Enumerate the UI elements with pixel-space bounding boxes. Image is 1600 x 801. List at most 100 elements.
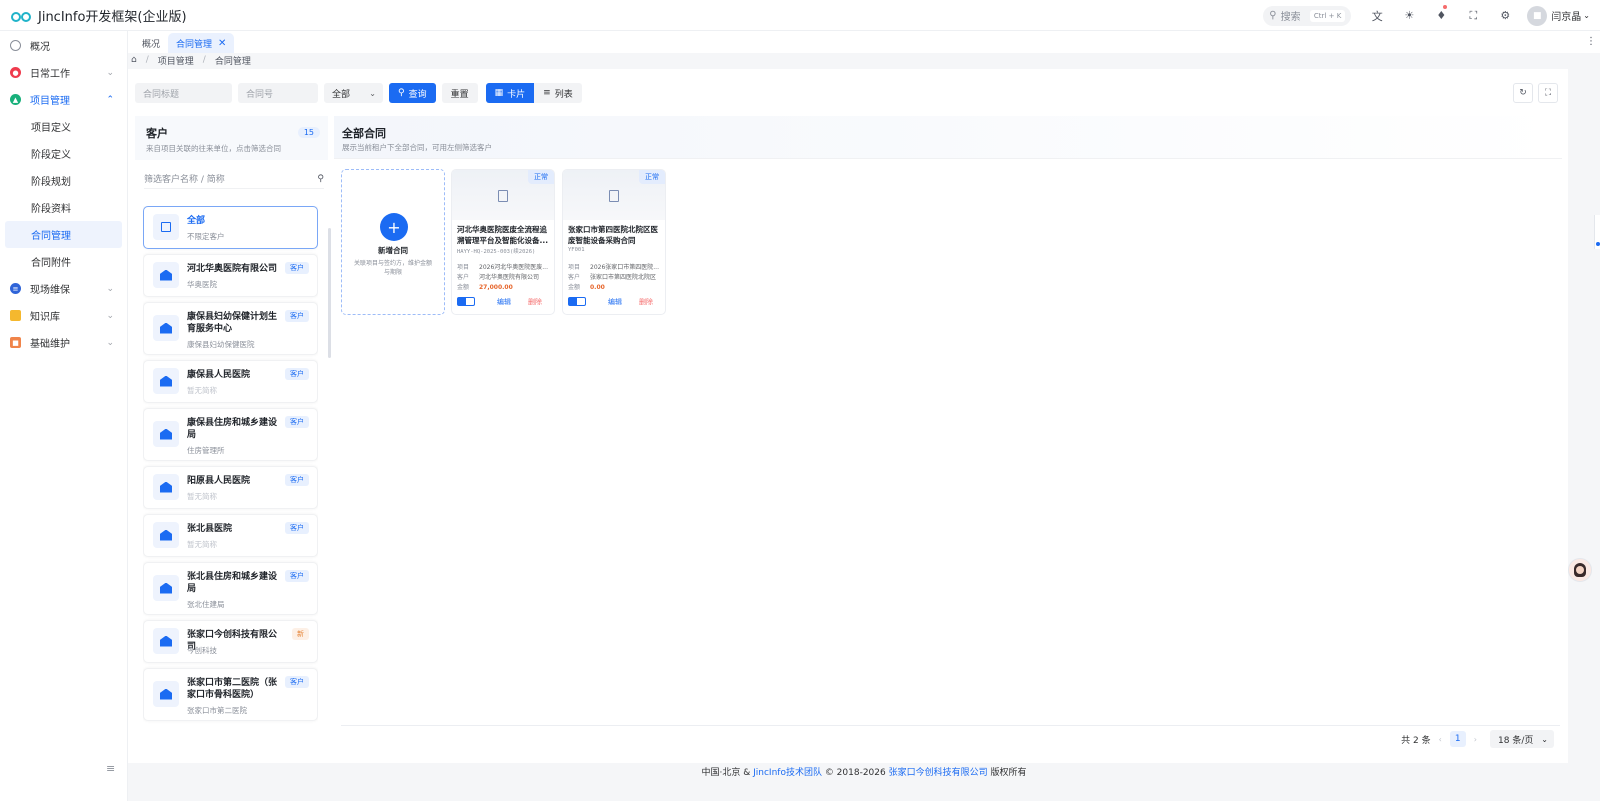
sidebar-subitem-stage-definition[interactable]: 阶段定义	[0, 140, 127, 167]
page-size-value: 18 条/页	[1498, 735, 1534, 746]
card-view-label: 卡片	[507, 89, 526, 100]
delete-button[interactable]: 删除	[528, 297, 542, 307]
customer-list-scrollbar[interactable]	[328, 228, 331, 358]
basic-icon: ■	[10, 337, 21, 348]
edit-button[interactable]: 编辑	[497, 297, 511, 307]
contracts-header: 全部合同 展示当前租户下全部合同，可用左侧筛选客户	[334, 116, 1562, 159]
customer-subtitle: 来自项目关联的往来单位，点击筛选合同	[146, 144, 281, 153]
pager-total: 共 2 条	[1401, 735, 1431, 746]
chevron-right-icon[interactable]: ›	[1474, 735, 1477, 744]
footer-company-link[interactable]: 张家口今创科技有限公司	[889, 768, 988, 778]
add-contract-card[interactable]: + 新增合同 关联项目与签约方，维护金额与期限	[341, 169, 445, 315]
edit-button[interactable]: 编辑	[608, 297, 622, 307]
list-icon: ≡	[543, 88, 551, 98]
sidebar-item-knowledge[interactable]: 知识库 ⌄	[0, 302, 127, 329]
customer-item[interactable]: 康保县妇幼保健计划生育服务中心 康保县妇幼保健医院 客户	[143, 302, 318, 355]
daily-icon: ●	[10, 67, 21, 78]
pager-page-current[interactable]: 1	[1449, 731, 1466, 747]
sidebar-item-maintenance[interactable]: ≡ 现场维保 ⌄	[0, 275, 127, 302]
fullscreen-icon[interactable]: ⛶	[1457, 0, 1489, 31]
sidebar-subitem-project-definition[interactable]: 项目定义	[0, 113, 127, 140]
user-menu[interactable]: ■ 闫京晶 ⌄	[1527, 5, 1590, 26]
customer-item[interactable]: 张家口市第二医院（张家口市骨科医院） 张家口市第二医院 客户	[143, 668, 318, 721]
expand-icon[interactable]: ⛶	[1538, 83, 1558, 103]
translate-icon[interactable]: 文	[1361, 0, 1393, 31]
contract-card[interactable]: 正常 张家口市第四医院北院区医废智能设备采购合同 YF001 项目 2026张家口…	[562, 169, 666, 315]
sidebar-subitem-contract-attachments[interactable]: 合同附件	[0, 248, 127, 275]
grid-icon	[153, 214, 179, 240]
reset-button[interactable]: 重置	[441, 83, 478, 103]
contract-number-input[interactable]: 合同号	[238, 83, 318, 103]
customer-search-input[interactable]: 筛选客户名称 / 简称 ⚲	[144, 169, 324, 189]
field-value: 2026张家口市第四医院...	[590, 264, 659, 271]
field-label: 金额	[568, 284, 581, 291]
contract-code: HAYY-HQ-2025-003(续2026)	[457, 249, 536, 255]
chevron-down-icon: ⌄	[106, 283, 114, 294]
app-title: JincInfo开发框架(企业版)	[38, 9, 187, 25]
contract-name: 河北华奥医院医废全流程追溯管理平台及智能化设备...	[457, 225, 549, 245]
customer-sub: 暂无简称	[187, 492, 217, 501]
global-search[interactable]: ⚲ 搜索 Ctrl + K	[1263, 5, 1352, 26]
app-logo[interactable]: JincInfo开发框架(企业版)	[0, 6, 200, 25]
building-icon	[153, 522, 179, 548]
card-view-button[interactable]: ▦ 卡片	[485, 83, 535, 103]
refresh-icon[interactable]: ↻	[1513, 83, 1533, 103]
sun-icon[interactable]: ☀	[1393, 0, 1425, 31]
assistant-avatar-icon[interactable]	[1568, 558, 1592, 582]
close-icon[interactable]: ✕	[218, 38, 226, 49]
sidebar-subitem-stage-materials[interactable]: 阶段资料	[0, 194, 127, 221]
building-icon	[153, 575, 179, 601]
status-select-value: 全部	[332, 89, 351, 100]
field-label: 项目	[457, 264, 470, 271]
customer-item[interactable]: 张北县医院 暂无简称 客户	[143, 514, 318, 557]
sidebar-item-daily[interactable]: ● 日常工作 ⌄	[0, 59, 127, 86]
user-name: 闫京晶	[1551, 12, 1582, 23]
bell-icon[interactable]: ♦	[1425, 0, 1457, 31]
customer-name: 康保县妇幼保健计划生育服务中心	[187, 312, 278, 334]
status-badge: 正常	[528, 170, 554, 184]
customer-item[interactable]: 康保县人民医院 暂无简称 客户	[143, 360, 318, 403]
more-vertical-icon[interactable]: ⋮	[1586, 36, 1596, 47]
status-toggle[interactable]	[568, 297, 586, 306]
customer-tag: 客户	[285, 310, 309, 322]
building-icon	[153, 474, 179, 500]
gear-icon[interactable]: ⚙	[1489, 0, 1521, 31]
footer-prefix: 中国·北京 &	[701, 768, 754, 778]
sidebar-item-project[interactable]: ▲ 项目管理 ⌃	[0, 86, 127, 113]
list-view-button[interactable]: ≡ 列表	[534, 83, 582, 103]
chevron-left-icon[interactable]: ‹	[1439, 735, 1442, 744]
tab-overview[interactable]: 概况	[134, 33, 168, 53]
main-content: ⌂ / 项目管理 / 合同管理 合同标题 合同号 全部 ⌄ ⚲ 查询 重置 ▦ …	[128, 53, 1600, 763]
maintenance-icon: ≡	[10, 283, 21, 294]
customer-item[interactable]: 张家口今创科技有限公司 今创科技 新	[143, 620, 318, 663]
field-value: 河北华奥医院有限公司	[479, 274, 540, 281]
customer-sub: 华奥医院	[187, 280, 217, 289]
home-icon[interactable]: ⌂	[131, 55, 137, 65]
sidebar-item-overview[interactable]: 概况	[0, 32, 127, 59]
customer-item[interactable]: 康保县住房和城乡建设局 住房管理所 客户	[143, 408, 318, 461]
side-drawer-handle[interactable]	[1594, 215, 1600, 249]
status-toggle[interactable]	[457, 297, 475, 306]
delete-button[interactable]: 删除	[639, 297, 653, 307]
breadcrumb-item[interactable]: 项目管理	[158, 54, 194, 67]
contract-card[interactable]: 正常 河北华奥医院医废全流程追溯管理平台及智能化设备... HAYY-HQ-20…	[451, 169, 555, 315]
contract-title-input[interactable]: 合同标题	[135, 83, 232, 103]
field-label: 客户	[457, 274, 470, 281]
status-select[interactable]: 全部 ⌄	[324, 83, 383, 103]
customer-name: 全部	[187, 216, 206, 226]
tab-contract-management[interactable]: 合同管理 ✕	[168, 33, 235, 53]
sidebar-collapse-icon[interactable]: ≡	[106, 762, 115, 775]
customer-name: 张家口市第二医院（张家口市骨科医院）	[187, 678, 278, 700]
customer-item[interactable]: 河北华奥医院有限公司 华奥医院 客户	[143, 254, 318, 297]
contract-amount: 0.00	[590, 284, 605, 291]
footer-team-link[interactable]: JincInfo技术团队	[753, 768, 822, 778]
customer-item-all[interactable]: 全部 不限定客户	[143, 206, 318, 249]
customer-item[interactable]: 张北县住房和城乡建设局 张北住建局 客户	[143, 562, 318, 615]
customer-sub: 今创科技	[187, 646, 217, 655]
sidebar-subitem-contract-management[interactable]: 合同管理	[5, 221, 122, 248]
page-size-select[interactable]: 18 条/页 ⌄	[1490, 730, 1554, 748]
sidebar-subitem-stage-planning[interactable]: 阶段规划	[0, 167, 127, 194]
query-button[interactable]: ⚲ 查询	[389, 83, 436, 103]
sidebar-item-basic[interactable]: ■ 基础维护 ⌄	[0, 329, 127, 356]
customer-item[interactable]: 阳原县人民医院 暂无简称 客户	[143, 466, 318, 509]
